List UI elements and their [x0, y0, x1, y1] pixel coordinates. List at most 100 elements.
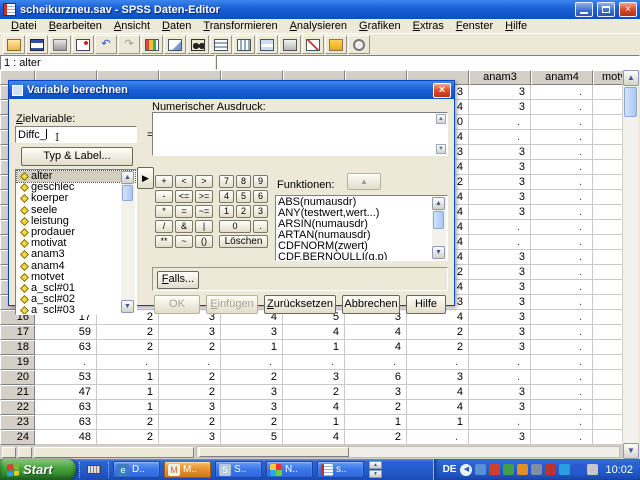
cell[interactable]: 3	[469, 430, 531, 445]
cell[interactable]: 3	[159, 400, 221, 415]
split-file-button[interactable]	[256, 35, 278, 54]
cell[interactable]: .	[593, 340, 622, 355]
cell[interactable]: 3	[159, 325, 221, 340]
scroll-down-icon[interactable]: ▼	[121, 300, 134, 313]
cell[interactable]: .	[593, 430, 622, 445]
cell[interactable]: 3	[469, 190, 531, 205]
cell[interactable]: 1	[97, 370, 159, 385]
cell[interactable]: 3	[221, 325, 283, 340]
print-button[interactable]	[49, 35, 71, 54]
taskbar-task-D[interactable]: eD..	[113, 461, 160, 478]
keypad-&-button[interactable]: &	[175, 220, 193, 233]
goto-chart-button[interactable]	[141, 35, 163, 54]
target-variable-input[interactable]: Diffc_	[15, 126, 137, 143]
cell[interactable]: 1	[283, 415, 345, 430]
cell[interactable]: .	[531, 385, 593, 400]
cell[interactable]: .	[593, 280, 622, 295]
hilfe-button[interactable]: Hilfe	[406, 295, 446, 314]
cell[interactable]: .	[531, 400, 593, 415]
cell[interactable]: .	[283, 355, 345, 370]
cell[interactable]: 4	[407, 400, 469, 415]
cell[interactable]: .	[531, 205, 593, 220]
dialog-close-button[interactable]: ×	[433, 83, 451, 98]
cell[interactable]: 3	[469, 340, 531, 355]
cell[interactable]: 3	[469, 310, 531, 325]
messenger-icon[interactable]	[559, 464, 570, 475]
cell[interactable]: .	[531, 100, 593, 115]
keypad->=-button[interactable]: >=	[195, 190, 213, 203]
tab-scroll-right-button[interactable]	[18, 447, 32, 458]
value-labels-button[interactable]	[325, 35, 347, 54]
weight-cases-button[interactable]	[279, 35, 301, 54]
menu-bearbeiten[interactable]: Bearbeiten	[43, 20, 108, 32]
cell[interactable]: 3	[469, 295, 531, 310]
scroll-up-icon[interactable]: ▲	[623, 70, 639, 86]
cell[interactable]: 4	[283, 325, 345, 340]
cell[interactable]: .	[531, 310, 593, 325]
cell[interactable]: .	[593, 130, 622, 145]
cell[interactable]: .	[531, 295, 593, 310]
menu-datei[interactable]: Datei	[5, 20, 43, 32]
select-cases-button[interactable]	[302, 35, 324, 54]
cell[interactable]: .	[159, 355, 221, 370]
cell[interactable]: 3	[469, 385, 531, 400]
cell[interactable]: 2	[97, 340, 159, 355]
dialog-recall-button[interactable]	[72, 35, 94, 54]
scroll-up-icon[interactable]: ▲	[121, 171, 134, 184]
cell[interactable]: 48	[35, 430, 97, 445]
cell[interactable]: 3	[469, 100, 531, 115]
cell[interactable]: .	[593, 145, 622, 160]
function-item[interactable]: CDF.BERNOULLI(q,p)	[278, 252, 445, 261]
cell[interactable]: 2	[283, 385, 345, 400]
scroll-up-icon[interactable]: ▲	[432, 197, 445, 210]
zurcksetzen-button[interactable]: Zurücksetzen	[264, 295, 336, 314]
row-number[interactable]: 22	[0, 400, 35, 415]
monitor-icon[interactable]	[587, 464, 598, 475]
cell[interactable]: .	[469, 415, 531, 430]
variable-list-scrollbar[interactable]: ▲▼	[121, 171, 135, 313]
cell[interactable]: 2	[159, 370, 221, 385]
cell[interactable]: .	[593, 115, 622, 130]
cell[interactable]: 59	[35, 325, 97, 340]
row-number[interactable]: 17	[0, 325, 35, 340]
cell[interactable]: .	[531, 235, 593, 250]
keypad-6-button[interactable]: 6	[253, 190, 268, 203]
menu-extras[interactable]: Extras	[407, 20, 450, 32]
cell[interactable]: .	[593, 175, 622, 190]
row-number[interactable]: 24	[0, 430, 35, 445]
cell[interactable]: .	[531, 145, 593, 160]
language-indicator[interactable]: DE	[443, 464, 457, 475]
cell[interactable]: .	[593, 235, 622, 250]
cell[interactable]: 3	[469, 205, 531, 220]
cell[interactable]: 3	[469, 145, 531, 160]
cell[interactable]: 3	[469, 325, 531, 340]
cell[interactable]: .	[593, 385, 622, 400]
cell[interactable]: .	[593, 160, 622, 175]
keypad-3-button[interactable]: 3	[253, 205, 268, 218]
keypad-~=-button[interactable]: ~=	[195, 205, 213, 218]
cell[interactable]: .	[593, 220, 622, 235]
cell[interactable]: 1	[221, 340, 283, 355]
view-tab-stub[interactable]	[34, 447, 194, 458]
goto-case-button[interactable]	[164, 35, 186, 54]
close-button[interactable]: ×	[619, 2, 637, 17]
cell[interactable]: .	[345, 355, 407, 370]
cell[interactable]: 63	[35, 415, 97, 430]
cell[interactable]: 3	[407, 370, 469, 385]
keypad-7-button[interactable]: 7	[219, 175, 234, 188]
taskbar-task-S[interactable]: SS..	[215, 461, 262, 478]
minimize-button[interactable]	[575, 2, 593, 17]
cell[interactable]: 3	[283, 370, 345, 385]
type-label-button[interactable]: Typ & Label...	[21, 147, 133, 166]
start-button[interactable]: Start	[0, 459, 76, 480]
menu-daten[interactable]: Daten	[156, 20, 197, 32]
cell[interactable]: .	[593, 265, 622, 280]
cell[interactable]: 6	[345, 370, 407, 385]
taskbar-scroll-up-icon[interactable]: ▲	[369, 461, 382, 469]
cell[interactable]: 1	[283, 340, 345, 355]
cell[interactable]: 3	[469, 400, 531, 415]
menu-grafiken[interactable]: Grafiken	[353, 20, 407, 32]
cell[interactable]: .	[469, 355, 531, 370]
cell[interactable]: .	[531, 340, 593, 355]
vertical-scrollbar[interactable]: ▲ ▼	[622, 70, 638, 459]
